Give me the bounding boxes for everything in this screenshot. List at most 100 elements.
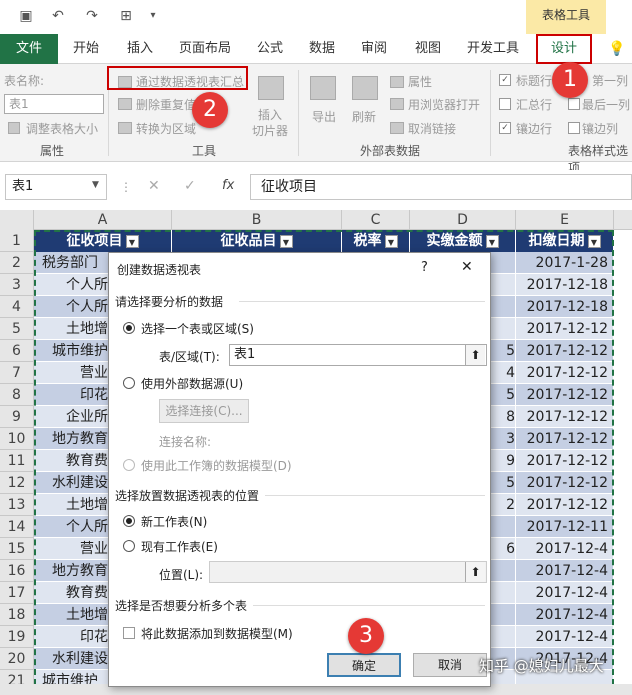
formula-input[interactable]: 征收项目 (250, 174, 632, 200)
row-header[interactable]: 10 (0, 428, 34, 450)
resize-icon (8, 122, 20, 134)
row-header[interactable]: 9 (0, 406, 34, 428)
external-source-label: 使用外部数据源(U) (141, 377, 244, 391)
radio-select-range[interactable] (123, 322, 135, 334)
row-header[interactable]: 14 (0, 516, 34, 538)
column-header[interactable]: E (516, 210, 614, 230)
banded-rows-checkbox[interactable]: ✓ (499, 122, 511, 134)
tab-data[interactable]: 数据 (300, 34, 344, 64)
tab-file[interactable]: 文件 (0, 34, 58, 64)
location-collapse-icon[interactable]: ⬆ (465, 562, 485, 582)
name-box-dropdown-icon[interactable]: ▼ (92, 180, 99, 190)
undo-icon[interactable]: ↶ (50, 8, 66, 24)
row-header[interactable]: 5 (0, 318, 34, 340)
radio-new-sheet[interactable] (123, 515, 135, 527)
location-input[interactable] (209, 561, 487, 583)
header-row-checkbox[interactable]: ✓ (499, 74, 511, 86)
tab-view[interactable]: 视图 (406, 34, 450, 64)
column-header[interactable]: D (410, 210, 516, 230)
existing-sheet-label: 现有工作表(E) (141, 540, 218, 554)
tab-developer[interactable]: 开发工具 (460, 34, 526, 64)
open-browser-button[interactable]: 用浏览器打开 (408, 96, 480, 113)
remove-duplicates-button[interactable]: 删除重复值 (136, 96, 196, 113)
row-header[interactable]: 11 (0, 450, 34, 472)
refresh-icon (352, 76, 378, 100)
radio-external-source[interactable] (123, 377, 135, 389)
section-analyze-label: 请选择要分析的数据 (115, 295, 224, 309)
form-icon[interactable]: ⊞ (118, 8, 134, 24)
close-button[interactable]: ✕ (461, 259, 473, 275)
row-header[interactable]: 1 (0, 230, 34, 252)
row-header[interactable]: 19 (0, 626, 34, 648)
export-button[interactable]: 导出 (312, 108, 336, 125)
row-header[interactable]: 12 (0, 472, 34, 494)
range-input[interactable]: 表1 (229, 344, 487, 366)
table-name-input[interactable]: 表1 (4, 94, 104, 114)
tab-design[interactable]: 设计 (536, 34, 592, 64)
unlink-icon (390, 122, 404, 134)
last-col-checkbox[interactable] (568, 98, 580, 110)
column-header[interactable]: C (342, 210, 410, 230)
insert-slicer-label-2[interactable]: 切片器 (252, 122, 288, 139)
row-header[interactable]: 8 (0, 384, 34, 406)
save-icon[interactable]: ▣ (18, 8, 34, 24)
slicer-icon (258, 76, 284, 100)
context-tab-group: 表格工具 (526, 0, 606, 34)
connection-name-label: 连接名称: (159, 435, 212, 449)
row-header[interactable]: 15 (0, 538, 34, 560)
enter-icon[interactable]: ✓ (184, 178, 196, 194)
last-col-label: 最后一列 (582, 98, 631, 112)
row-header[interactable]: 2 (0, 252, 34, 274)
banded-cols-checkbox[interactable] (568, 122, 580, 134)
group-tools-label: 工具 (192, 144, 217, 158)
fx-icon[interactable]: fx (222, 178, 234, 193)
cancel-icon[interactable]: ✕ (148, 178, 160, 194)
row-header[interactable]: 17 (0, 582, 34, 604)
lightbulb-icon[interactable]: 💡 (608, 41, 625, 57)
tab-review[interactable]: 审阅 (352, 34, 396, 64)
add-data-model-checkbox[interactable] (123, 627, 135, 639)
location-label: 位置(L): (159, 568, 204, 582)
select-all-corner[interactable] (0, 210, 34, 230)
help-button[interactable]: ? (421, 260, 428, 275)
tab-page-layout[interactable]: 页面布局 (170, 34, 240, 64)
divider (253, 605, 485, 606)
column-header[interactable]: B (172, 210, 342, 230)
row-header[interactable]: 16 (0, 560, 34, 582)
tab-insert[interactable]: 插入 (116, 34, 164, 64)
row-header[interactable]: 13 (0, 494, 34, 516)
dialog-title: 创建数据透视表 (117, 263, 202, 277)
total-row-checkbox[interactable] (499, 98, 511, 110)
row-header[interactable]: 7 (0, 362, 34, 384)
redo-icon[interactable]: ↷ (84, 8, 100, 24)
range-collapse-icon[interactable]: ⬆ (465, 345, 485, 365)
tab-home[interactable]: 开始 (62, 34, 110, 64)
new-sheet-label: 新工作表(N) (141, 515, 208, 529)
customize-qat-icon[interactable]: ▾ (145, 8, 161, 24)
row-header[interactable]: 6 (0, 340, 34, 362)
group-external-label: 外部表数据 (360, 144, 421, 158)
first-col-label: 第一列 (592, 74, 629, 88)
browser-icon (390, 98, 404, 110)
unlink-button[interactable]: 取消链接 (408, 120, 456, 137)
resize-table-button[interactable]: 调整表格大小 (26, 120, 98, 137)
insert-slicer-label-1[interactable]: 插入 (258, 106, 282, 123)
row-header[interactable]: 18 (0, 604, 34, 626)
tab-formulas[interactable]: 公式 (248, 34, 292, 64)
choose-connection-button[interactable]: 选择连接(C)... (159, 399, 249, 423)
radio-existing-sheet[interactable] (123, 540, 135, 552)
convert-range-button[interactable]: 转换为区域 (136, 120, 196, 137)
data-model-label: 使用此工作簿的数据模型(D) (141, 459, 292, 473)
refresh-button[interactable]: 刷新 (352, 108, 376, 125)
table-name-label: 表名称: (4, 74, 45, 88)
total-row-label: 汇总行 (516, 98, 553, 112)
cancel-button[interactable]: 取消 (413, 653, 487, 677)
row-header[interactable]: 20 (0, 648, 34, 670)
section-multiple-label: 选择是否想要分析多个表 (115, 599, 248, 613)
row-header[interactable]: 4 (0, 296, 34, 318)
radio-data-model[interactable] (123, 459, 135, 471)
column-header[interactable]: A (34, 210, 172, 230)
ok-button[interactable]: 确定 (327, 653, 401, 677)
row-header[interactable]: 3 (0, 274, 34, 296)
properties-button[interactable]: 属性 (408, 73, 432, 90)
